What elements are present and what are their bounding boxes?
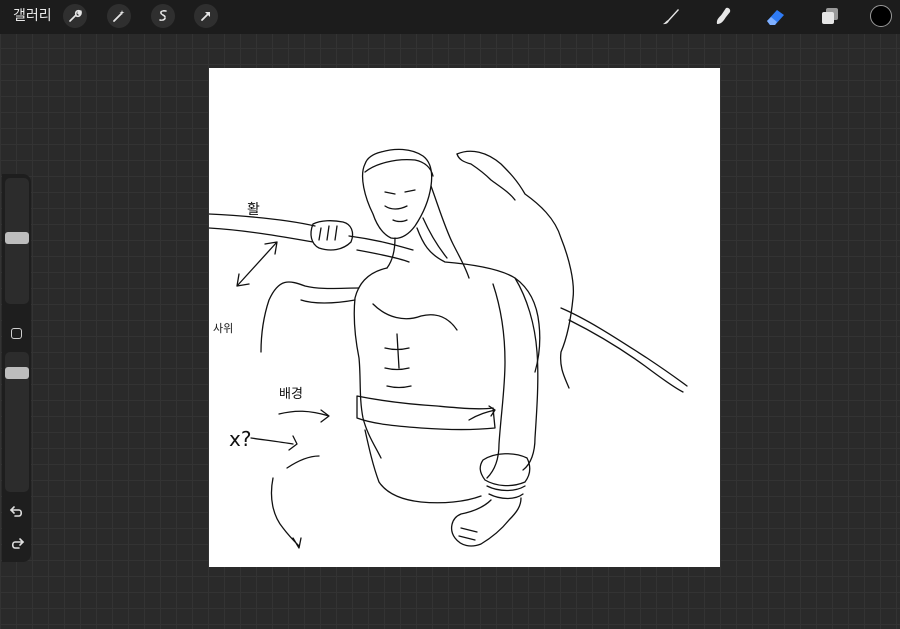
brush-size-slider[interactable] xyxy=(5,178,29,304)
fur-belt xyxy=(356,395,496,431)
color-picker-swatch[interactable] xyxy=(870,5,892,27)
smudge-icon[interactable] xyxy=(712,4,736,28)
spear-shaft xyxy=(209,213,316,243)
magic-wand-icon[interactable] xyxy=(107,4,131,28)
note-arrow-2 xyxy=(250,435,298,451)
flowing-hair xyxy=(456,150,575,389)
layers-icon[interactable] xyxy=(818,4,842,28)
selection-icon[interactable] xyxy=(151,4,175,28)
hand xyxy=(450,497,522,547)
raised-arm xyxy=(260,281,360,353)
note-arrow-1 xyxy=(278,409,330,423)
modify-button[interactable] xyxy=(11,328,22,339)
top-toolbar: 갤러리 xyxy=(0,0,900,34)
measure-arrow xyxy=(236,241,278,287)
curved-arrow xyxy=(270,477,302,549)
wrench-icon[interactable] xyxy=(63,4,87,28)
brush-size-thumb[interactable] xyxy=(5,232,29,244)
undo-icon[interactable] xyxy=(9,504,25,520)
annotation-question: x? xyxy=(229,427,251,451)
opacity-slider[interactable] xyxy=(5,352,29,492)
annotation-background: 배경 xyxy=(279,387,303,402)
gripping-hand xyxy=(310,220,354,251)
gallery-button[interactable]: 갤러리 xyxy=(13,6,52,26)
annotation-left: 사위 xyxy=(213,322,233,335)
redo-icon[interactable] xyxy=(9,536,25,552)
head-outline xyxy=(361,148,433,240)
annotation-bow: 활 xyxy=(247,202,260,218)
eraser-icon[interactable] xyxy=(764,4,788,28)
opacity-thumb[interactable] xyxy=(5,367,29,379)
left-sidebar xyxy=(2,174,31,562)
line-art-sketch: 활 사위 x? 배경 xyxy=(209,148,688,549)
transform-arrow-icon[interactable] xyxy=(194,4,218,28)
drawing-canvas[interactable]: 활 사위 x? 배경 xyxy=(209,68,720,567)
fur-wristband xyxy=(479,453,531,487)
brush-icon[interactable] xyxy=(659,4,683,28)
